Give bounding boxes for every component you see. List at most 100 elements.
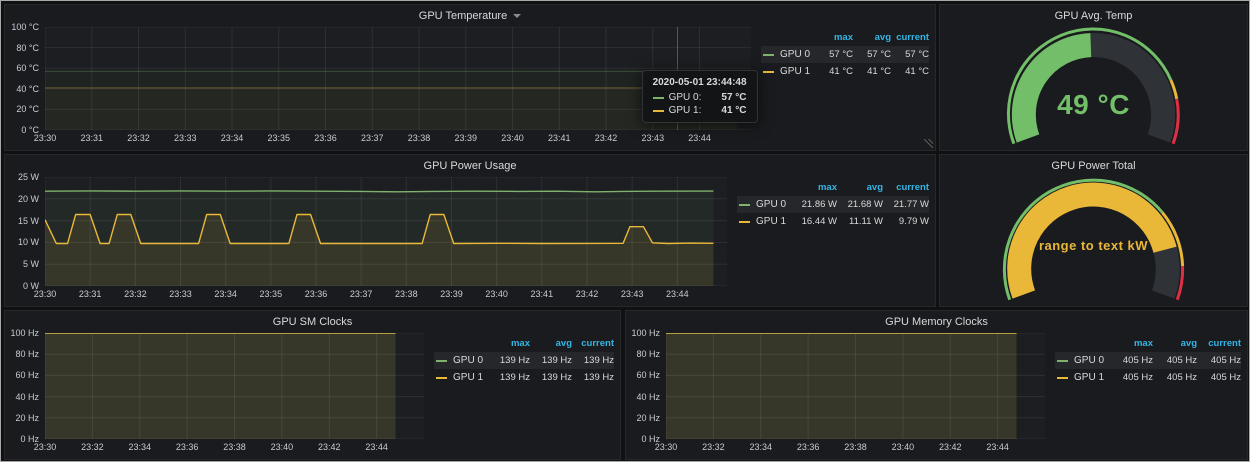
- chart-svg: [666, 333, 1045, 439]
- plot-area[interactable]: 2020-05-01 23:44:48GPU 0:57 °CGPU 1:41 °…: [45, 27, 751, 130]
- legend-series-name[interactable]: GPU 0: [775, 49, 815, 60]
- x-axis-label: 23:30: [655, 442, 678, 452]
- legend-row[interactable]: GPU 0139 Hz139 Hz139 Hz: [434, 352, 614, 369]
- y-axis-label: 100 °C: [11, 22, 39, 32]
- legend-row[interactable]: GPU 021.86 W21.68 W21.77 W: [737, 196, 929, 213]
- x-axis-label: 23:36: [176, 442, 199, 452]
- tooltip: 2020-05-01 23:44:48GPU 0:57 °CGPU 1:41 °…: [642, 70, 758, 123]
- legend-header[interactable]: avg: [530, 338, 572, 349]
- y-axis-label: 40 Hz: [15, 392, 39, 402]
- y-axis-label: 80 °C: [16, 43, 39, 53]
- x-axis-label: 23:43: [642, 133, 665, 143]
- gpu-memory-clocks-chart[interactable]: 100 Hz80 Hz60 Hz40 Hz20 Hz0 Hz 23:3023:3…: [630, 333, 1045, 455]
- legend-row[interactable]: GPU 141 °C41 °C41 °C: [761, 63, 929, 80]
- panel-title-gpu-temperature[interactable]: GPU Temperature: [5, 5, 935, 27]
- y-axis-label: 40 Hz: [636, 392, 660, 402]
- series-color-dash: [763, 71, 774, 73]
- legend-series-name[interactable]: GPU 1: [1069, 372, 1109, 383]
- legend-row[interactable]: GPU 116.44 W11.11 W9.79 W: [737, 213, 929, 230]
- plot-area[interactable]: [45, 333, 424, 439]
- series-color-dash: [653, 97, 664, 99]
- legend-series-name[interactable]: GPU 0: [448, 355, 488, 366]
- x-axis-label: 23:34: [128, 442, 151, 452]
- legend-value: 139 Hz: [488, 355, 530, 366]
- legend-series-name[interactable]: GPU 1: [448, 372, 488, 383]
- legend-value: 41 °C: [853, 66, 891, 77]
- panel-title-text: GPU Avg. Temp: [1055, 10, 1133, 22]
- panel-resize-handle[interactable]: [924, 139, 933, 148]
- legend-series-name[interactable]: GPU 1: [751, 216, 791, 227]
- legend-row[interactable]: GPU 0405 Hz405 Hz405 Hz: [1055, 352, 1241, 369]
- x-axis: 23:3023:3123:3223:3323:3423:3523:3623:37…: [45, 130, 751, 146]
- legend-series-name[interactable]: GPU 1: [775, 66, 815, 77]
- x-axis-label: 23:32: [127, 133, 150, 143]
- legend-header[interactable]: current: [572, 338, 614, 349]
- legend-header[interactable]: max: [1109, 338, 1153, 349]
- panel-gpu-temperature: GPU Temperature 100 °C80 °C60 °C40 °C20 …: [4, 4, 936, 151]
- legend-row[interactable]: GPU 057 °C57 °C57 °C: [761, 46, 929, 63]
- legend-value: 57 °C: [815, 49, 853, 60]
- legend-header[interactable]: current: [883, 182, 929, 193]
- x-axis-label: 23:38: [223, 442, 246, 452]
- legend-header[interactable]: avg: [853, 32, 891, 43]
- legend-header-row: maxavgcurrent: [1055, 335, 1241, 352]
- legend-header[interactable]: current: [1197, 338, 1241, 349]
- y-axis: 100 °C80 °C60 °C40 °C20 °C0 °C: [9, 27, 45, 130]
- legend-header-row: maxavgcurrent: [761, 29, 929, 46]
- x-axis: 23:3023:3223:3423:3623:3823:4023:4223:44: [666, 439, 1045, 455]
- legend-header[interactable]: max: [791, 182, 837, 193]
- legend-header[interactable]: avg: [1153, 338, 1197, 349]
- panel-title-gpu-power-usage[interactable]: GPU Power Usage: [5, 155, 935, 177]
- panel-title-gpu-sm-clocks[interactable]: GPU SM Clocks: [5, 311, 620, 333]
- panel-gpu-sm-clocks: GPU SM Clocks 100 Hz80 Hz60 Hz40 Hz20 Hz…: [4, 310, 621, 460]
- legend-value: 405 Hz: [1109, 355, 1153, 366]
- x-axis-label: 23:30: [34, 442, 57, 452]
- series-color-dash: [763, 54, 774, 56]
- plot-area[interactable]: [45, 177, 727, 286]
- gpu-temperature-chart[interactable]: 100 °C80 °C60 °C40 °C20 °C0 °C 2020-05-0…: [9, 27, 751, 146]
- gpu-power-usage-chart[interactable]: 25 W20 W15 W10 W5 W0 W 23:3023:3123:3223…: [9, 177, 727, 302]
- panel-title-text: GPU Temperature: [419, 10, 507, 22]
- legend: maxavgcurrentGPU 0405 Hz405 Hz405 HzGPU …: [1045, 333, 1243, 455]
- x-axis-label: 23:42: [595, 133, 618, 143]
- gauge-value: range to text kW: [944, 238, 1243, 253]
- series-color-dash: [1057, 360, 1068, 362]
- series-color-dash: [1057, 377, 1068, 379]
- panel-title-text: GPU SM Clocks: [273, 316, 352, 328]
- y-axis-label: 60 °C: [16, 63, 39, 73]
- panel-title-gpu-avg-temp[interactable]: GPU Avg. Temp: [940, 5, 1247, 27]
- x-axis-label: 23:31: [80, 133, 103, 143]
- legend-value: 9.79 W: [883, 216, 929, 227]
- legend-header[interactable]: current: [891, 32, 929, 43]
- tooltip-timestamp: 2020-05-01 23:44:48: [653, 77, 747, 88]
- legend-row[interactable]: GPU 1139 Hz139 Hz139 Hz: [434, 369, 614, 386]
- plot-area[interactable]: [666, 333, 1045, 439]
- legend-series-name[interactable]: GPU 0: [751, 199, 791, 210]
- panel-title-gpu-memory-clocks[interactable]: GPU Memory Clocks: [626, 311, 1247, 333]
- y-axis: 100 Hz80 Hz60 Hz40 Hz20 Hz0 Hz: [9, 333, 45, 439]
- tooltip-row: GPU 1:41 °C: [653, 105, 747, 116]
- panel-gpu-power-total: GPU Power Total range to text kW: [939, 154, 1248, 307]
- x-axis-label: 23:36: [305, 289, 328, 299]
- legend-header[interactable]: max: [815, 32, 853, 43]
- y-axis-label: 20 Hz: [636, 413, 660, 423]
- legend: maxavgcurrentGPU 021.86 W21.68 W21.77 WG…: [727, 177, 931, 302]
- legend-header[interactable]: avg: [837, 182, 883, 193]
- x-axis-label: 23:32: [124, 289, 147, 299]
- gpu-sm-clocks-chart[interactable]: 100 Hz80 Hz60 Hz40 Hz20 Hz0 Hz 23:30 23:3…: [9, 333, 424, 455]
- tooltip-value: 41 °C: [707, 105, 746, 116]
- panel-title-gpu-power-total[interactable]: GPU Power Total: [940, 155, 1247, 177]
- legend-series-name[interactable]: GPU 0: [1069, 355, 1109, 366]
- x-axis-label: 23:37: [361, 133, 384, 143]
- x-axis-label: 23:31: [79, 289, 102, 299]
- panel-gpu-power-usage: GPU Power Usage 25 W20 W15 W10 W5 W0 W 2…: [4, 154, 936, 307]
- x-axis-label: 23:34: [221, 133, 244, 143]
- legend-header[interactable]: max: [488, 338, 530, 349]
- x-axis-label: 23:35: [268, 133, 291, 143]
- legend-value: 41 °C: [815, 66, 853, 77]
- legend-row[interactable]: GPU 1405 Hz405 Hz405 Hz: [1055, 369, 1241, 386]
- x-axis-label: 23:33: [169, 289, 192, 299]
- series-fill: [45, 88, 737, 130]
- gpu-avg-temp-gauge: 49 °C: [944, 27, 1243, 146]
- legend-value: 405 Hz: [1197, 355, 1241, 366]
